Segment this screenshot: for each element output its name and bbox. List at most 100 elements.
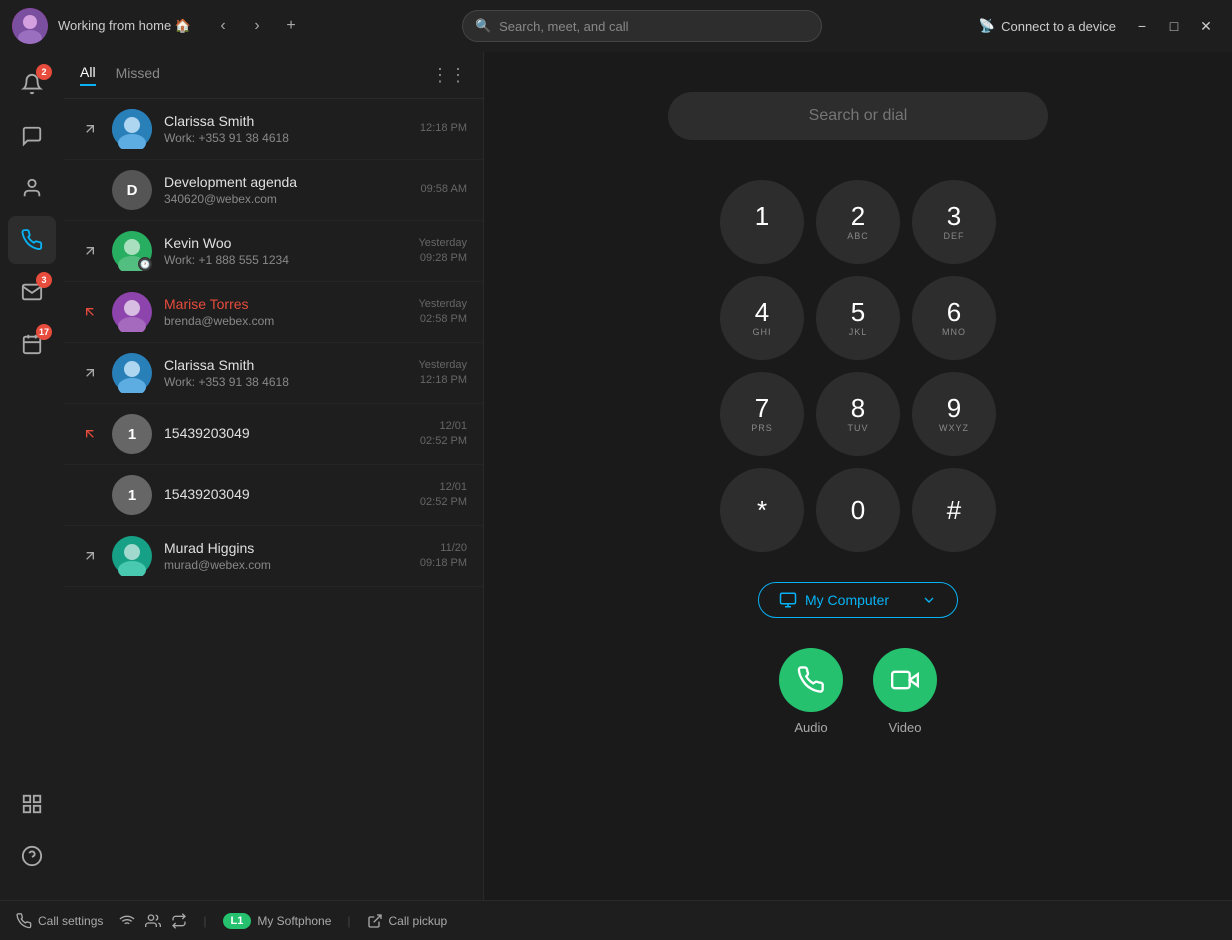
call-pickup-item[interactable]: Call pickup — [367, 913, 448, 929]
call-direction-icon — [80, 302, 100, 322]
nav-add-button[interactable]: + — [277, 12, 305, 40]
dial-key-num: 1 — [755, 203, 769, 229]
dial-key-1[interactable]: 1 — [720, 180, 804, 264]
call-item[interactable]: 1 15439203049 12/0102:52 PM — [64, 404, 483, 465]
call-item[interactable]: Clarissa Smith Work: +353 91 38 4618 Yes… — [64, 343, 483, 404]
call-pickup-icon — [367, 913, 383, 929]
minimize-button[interactable]: − — [1128, 12, 1156, 40]
sidebar-item-help[interactable] — [8, 832, 56, 880]
wifi-icon — [119, 913, 135, 929]
softphone-label: My Softphone — [257, 914, 331, 928]
connect-to-device-button[interactable]: 📡 Connect to a device — [979, 18, 1116, 34]
sidebar-item-messages[interactable]: 3 — [8, 268, 56, 316]
contact-avatar: 🕐 — [112, 231, 152, 271]
contact-name: Kevin Woo — [164, 235, 406, 251]
dial-key-num: 6 — [947, 299, 961, 325]
titlebar-left: Working from home 🏠 ‹ › + — [12, 8, 305, 44]
softphone-item[interactable]: L1 My Softphone — [223, 913, 332, 929]
call-direction-icon — [80, 241, 100, 261]
call-item[interactable]: 🕐 Kevin Woo Work: +1 888 555 1234 Yester… — [64, 221, 483, 282]
dial-key-3[interactable]: 3 DEF — [912, 180, 996, 264]
contact-detail: Work: +1 888 555 1234 — [164, 253, 406, 267]
video-call-group: Video — [873, 648, 937, 735]
contact-avatar: D — [112, 170, 152, 210]
dial-key-num: # — [947, 497, 961, 523]
video-call-button[interactable] — [873, 648, 937, 712]
call-pickup-label: Call pickup — [389, 914, 448, 928]
call-info: Marise Torres brenda@webex.com — [164, 296, 406, 328]
call-time: 09:58 AM — [421, 182, 467, 197]
activity-badge: 2 — [36, 64, 52, 80]
dial-key-8[interactable]: 8 TUV — [816, 372, 900, 456]
audio-call-button[interactable] — [779, 648, 843, 712]
call-direction-icon — [80, 485, 100, 505]
call-time: Yesterday12:18 PM — [418, 358, 467, 389]
dialer-panel: 1 2 ABC 3 DEF 4 GHI 5 JKL 6 MNO — [484, 52, 1232, 900]
call-direction-icon — [80, 546, 100, 566]
nav-back-button[interactable]: ‹ — [209, 12, 237, 40]
device-selector-button[interactable]: My Computer — [758, 582, 958, 618]
device-selector-inner: My Computer — [779, 591, 889, 609]
dial-key-7[interactable]: 7 PRS — [720, 372, 804, 456]
maximize-button[interactable]: □ — [1160, 12, 1188, 40]
contact-name: 15439203049 — [164, 486, 408, 502]
contact-name: Clarissa Smith — [164, 357, 406, 373]
search-icon: 🔍 — [475, 18, 491, 34]
dial-key-sub: PRS — [751, 423, 773, 433]
calendar-badge: 17 — [36, 324, 52, 340]
dial-key-0[interactable]: 0 — [816, 468, 900, 552]
dial-key-5[interactable]: 5 JKL — [816, 276, 900, 360]
dial-key-9[interactable]: 9 WXYZ — [912, 372, 996, 456]
dial-key-sub: JKL — [849, 327, 868, 337]
more-options-button[interactable]: ⋮⋮ — [431, 65, 467, 86]
tab-missed[interactable]: Missed — [116, 65, 160, 85]
contact-detail: murad@webex.com — [164, 558, 408, 572]
user-avatar[interactable] — [12, 8, 48, 44]
dial-key-sub — [760, 231, 764, 241]
call-settings-item[interactable]: Call settings — [16, 913, 103, 929]
dial-key-hash[interactable]: # — [912, 468, 996, 552]
titlebar: Working from home 🏠 ‹ › + 🔍 Search, meet… — [0, 0, 1232, 52]
sidebar: 2 3 — [0, 52, 64, 900]
messages-badge: 3 — [36, 272, 52, 288]
dial-key-4[interactable]: 4 GHI — [720, 276, 804, 360]
call-info: Kevin Woo Work: +1 888 555 1234 — [164, 235, 406, 267]
call-item[interactable]: D Development agenda 340620@webex.com 09… — [64, 160, 483, 221]
call-direction-icon — [80, 180, 100, 200]
dial-key-sub: DEF — [944, 231, 965, 241]
sidebar-item-people[interactable] — [8, 164, 56, 212]
global-search-bar[interactable]: 🔍 Search, meet, and call — [462, 10, 822, 42]
contact-name: Murad Higgins — [164, 540, 408, 556]
search-dial-input[interactable] — [668, 92, 1048, 140]
sidebar-item-apps[interactable] — [8, 780, 56, 828]
dial-key-6[interactable]: 6 MNO — [912, 276, 996, 360]
contact-avatar — [112, 353, 152, 393]
dial-key-star[interactable]: * — [720, 468, 804, 552]
contact-detail: brenda@webex.com — [164, 314, 406, 328]
sidebar-item-phone[interactable] — [8, 216, 56, 264]
tab-all[interactable]: All — [80, 64, 96, 86]
call-item[interactable]: Marise Torres brenda@webex.com Yesterday… — [64, 282, 483, 343]
call-settings-icon — [16, 913, 32, 929]
contact-name: Clarissa Smith — [164, 113, 408, 129]
dial-key-num: 2 — [851, 203, 865, 229]
dial-key-2[interactable]: 2 ABC — [816, 180, 900, 264]
call-item[interactable]: Clarissa Smith Work: +353 91 38 4618 12:… — [64, 99, 483, 160]
contact-detail: 340620@webex.com — [164, 192, 409, 206]
nav-forward-button[interactable]: › — [243, 12, 271, 40]
call-info: 15439203049 — [164, 486, 408, 504]
softphone-badge: L1 — [223, 913, 252, 929]
call-item[interactable]: 1 15439203049 12/0102:52 PM — [64, 465, 483, 526]
call-item[interactable]: Murad Higgins murad@webex.com 11/2009:18… — [64, 526, 483, 587]
search-placeholder-text: Search, meet, and call — [499, 19, 628, 34]
sidebar-item-chat[interactable] — [8, 112, 56, 160]
close-button[interactable]: ✕ — [1192, 12, 1220, 40]
network-icons — [119, 913, 187, 929]
dial-key-num: 3 — [947, 203, 961, 229]
sidebar-item-activity[interactable]: 2 — [8, 60, 56, 108]
sidebar-item-calendar[interactable]: 17 — [8, 320, 56, 368]
contact-avatar: 1 — [112, 414, 152, 454]
audio-label: Audio — [794, 720, 827, 735]
dial-key-sub: MNO — [942, 327, 966, 337]
call-direction-icon — [80, 363, 100, 383]
